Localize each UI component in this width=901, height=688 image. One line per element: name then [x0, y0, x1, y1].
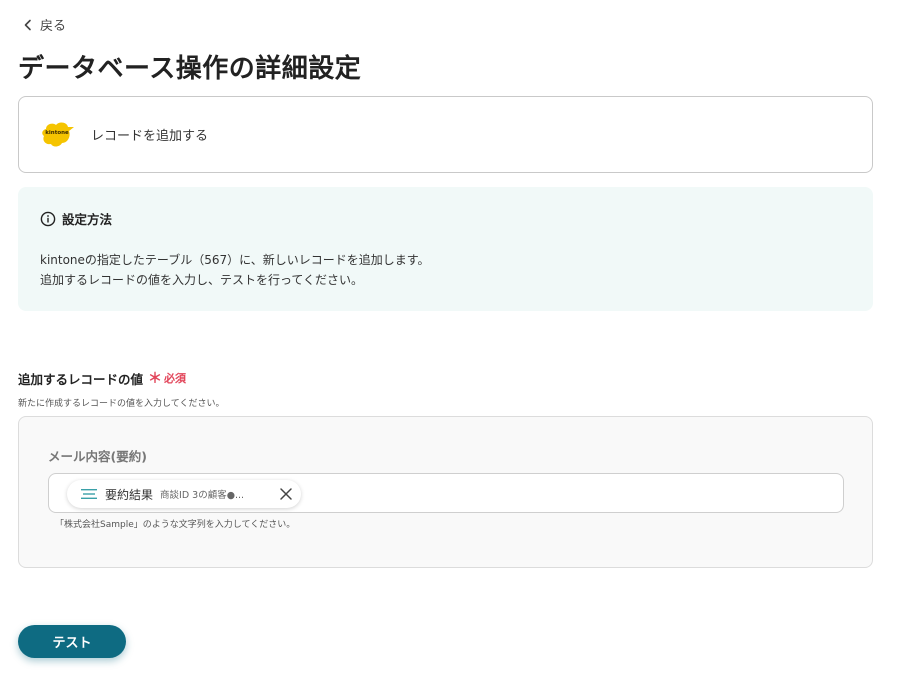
- mail-content-label: メール内容(要約): [48, 449, 147, 464]
- record-value-panel: メール内容(要約) 要約結果 商談ID 3の顧客●... 「株式会社Sample…: [18, 416, 873, 568]
- mail-content-input[interactable]: 要約結果 商談ID 3の顧客●...: [48, 473, 844, 513]
- close-icon[interactable]: [279, 487, 293, 501]
- instructions-heading: 設定方法: [40, 209, 851, 228]
- text-lines-icon: [81, 489, 97, 499]
- required-star: ＊: [148, 371, 163, 387]
- logo-text: kintone: [45, 129, 69, 136]
- instructions-line-1: kintoneの指定したテーブル（567）に、新しいレコードを追加します。: [40, 253, 430, 267]
- required-text: 必須: [164, 372, 187, 385]
- instructions-text: kintoneの指定したテーブル（567）に、新しいレコードを追加します。 追加…: [40, 250, 851, 290]
- variable-chip[interactable]: 要約結果 商談ID 3の顧客●...: [67, 480, 301, 508]
- back-link[interactable]: 戻る: [22, 15, 66, 34]
- field-label-text: 追加するレコードの値: [18, 371, 144, 387]
- app-action-card: kintone レコードを追加する: [18, 96, 873, 173]
- chip-name: 要約結果: [105, 487, 154, 502]
- field-hint: 新たに作成するレコードの値を入力してください。: [18, 399, 225, 409]
- test-button[interactable]: テスト: [18, 625, 126, 658]
- chevron-left-icon: [24, 19, 31, 30]
- back-label: 戻る: [40, 19, 67, 34]
- instructions-title: 設定方法: [62, 212, 113, 227]
- action-name: レコードを追加する: [91, 129, 209, 144]
- instructions-line-2: 追加するレコードの値を入力し、テストを行ってください。: [40, 273, 364, 287]
- field-label: 追加するレコードの値 ＊ 必須: [18, 368, 186, 388]
- info-icon: [40, 211, 56, 226]
- page-title: データベース操作の詳細設定: [18, 54, 362, 84]
- input-hint: 「株式会社Sample」のような文字列を入力してください。: [55, 520, 296, 530]
- instructions-panel: 設定方法 kintoneの指定したテーブル（567）に、新しいレコードを追加しま…: [18, 187, 873, 311]
- chip-subtitle: 商談ID 3の顧客●...: [160, 490, 245, 501]
- kintone-logo-icon: kintone: [41, 121, 75, 149]
